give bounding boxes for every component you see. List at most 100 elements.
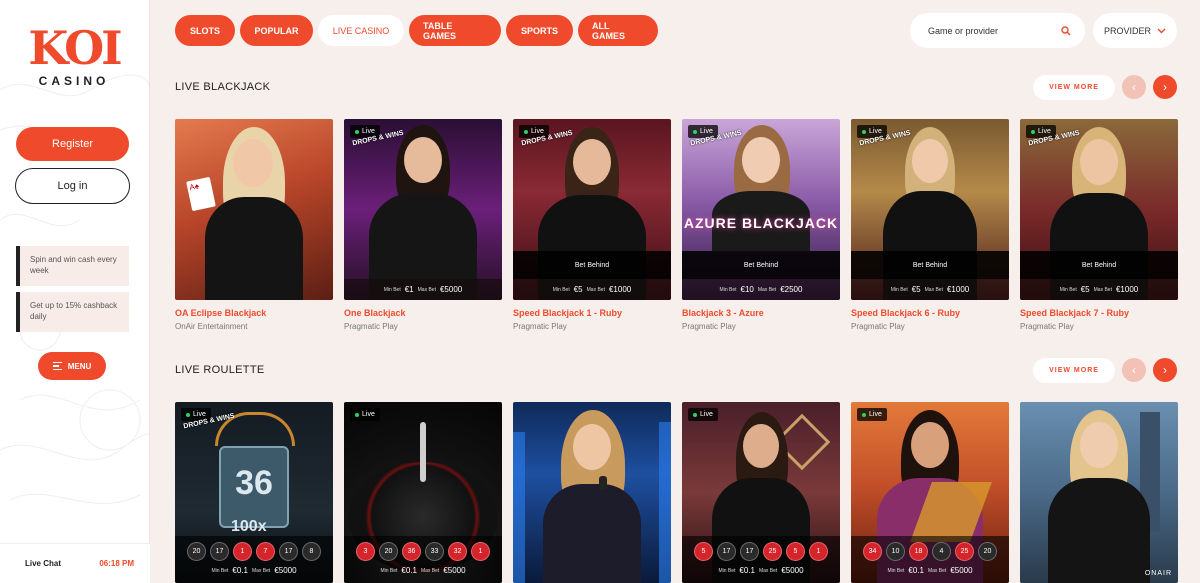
recent-numbers: 3 20 36 33 32 1 bbox=[344, 542, 502, 561]
bet-behind-bar[interactable]: Bet Behind bbox=[851, 251, 1009, 279]
recent-numbers: 20 17 1 7 17 8 bbox=[175, 542, 333, 561]
game-card[interactable]: Live DROPS & WINS Bet Behind Min Bet €5 M… bbox=[513, 119, 671, 331]
tab-all-games[interactable]: ALL GAMES bbox=[578, 15, 658, 46]
game-card[interactable]: Live 5 17 17 25 5 1 Min Bet €0.1 Max Bet €5000 bbox=[682, 402, 840, 583]
game-card[interactable]: Live DROPS & WINS Bet Behind Min Bet €5 M… bbox=[1020, 119, 1178, 331]
search-input[interactable]: Game or provider bbox=[910, 13, 1085, 48]
game-card[interactable]: AZURE BLACKJACK Live DROPS & WINS Bet Be… bbox=[682, 119, 840, 331]
game-thumbnail[interactable]: Live DROPS & WINS Bet Behind Min Bet €5 M… bbox=[513, 119, 671, 300]
game-title[interactable]: Blackjack 3 - Azure bbox=[682, 308, 840, 318]
game-title[interactable]: Speed Blackjack 1 - Ruby bbox=[513, 308, 671, 318]
login-button[interactable]: Log in bbox=[15, 168, 130, 204]
game-provider: Pragmatic Play bbox=[1020, 322, 1074, 331]
game-title[interactable]: Speed Blackjack 6 - Ruby bbox=[851, 308, 1009, 318]
game-provider: OnAir Entertainment bbox=[175, 322, 248, 331]
arrow-left-icon[interactable]: ‹ bbox=[1122, 75, 1146, 99]
roulette-result: 5 bbox=[694, 542, 713, 561]
live-badge: Live bbox=[688, 408, 718, 421]
game-card[interactable]: ONAIR bbox=[1020, 402, 1178, 583]
game-thumbnail[interactable]: Live 34 10 18 4 25 20 Min Bet €0.1 Max Bet €500… bbox=[851, 402, 1009, 583]
roulette-result: 3 bbox=[356, 542, 375, 561]
tab-slots[interactable]: SLOTS bbox=[175, 15, 235, 46]
bet-limits: Min Bet €0.1 Max Bet €5000 bbox=[211, 566, 297, 575]
promo-cashback[interactable]: Get up to 15% cashback daily bbox=[16, 292, 129, 332]
tab-table-games[interactable]: TABLE GAMES bbox=[409, 15, 501, 46]
roulette-result: 17 bbox=[717, 542, 736, 561]
game-thumbnail[interactable]: Live DROPS & WINS Bet Behind Min Bet €5 M… bbox=[851, 119, 1009, 300]
roulette-result: 8 bbox=[302, 542, 321, 561]
game-card[interactable]: Live DROPS & WINS Min Bet €1 Max Bet €5000… bbox=[344, 119, 502, 331]
roulette-result: 7 bbox=[256, 542, 275, 561]
promo-spin-cash[interactable]: Spin and win cash every week bbox=[16, 246, 129, 286]
game-thumbnail[interactable] bbox=[513, 402, 671, 583]
game-card[interactable]: Live 3 20 36 33 32 1 Min Bet €0.1 Max Bet €5000 bbox=[344, 402, 502, 583]
register-button[interactable]: Register bbox=[16, 127, 129, 161]
arrow-right-icon[interactable]: › bbox=[1153, 75, 1177, 99]
clock-time: 06:18 PM bbox=[99, 559, 134, 568]
tab-live-casino[interactable]: LIVE CASINO bbox=[318, 15, 404, 46]
roulette-result: 1 bbox=[809, 542, 828, 561]
tab-sports[interactable]: SPORTS bbox=[506, 15, 573, 46]
game-thumbnail[interactable]: Live DROPS & WINS Bet Behind Min Bet €5 M… bbox=[1020, 119, 1178, 300]
onair-logo: ONAIR bbox=[1144, 570, 1172, 577]
menu-label: MENU bbox=[67, 361, 92, 371]
card-ace: A♠ bbox=[186, 176, 216, 212]
bet-limits: Min Bet €5 Max Bet €1000 bbox=[513, 279, 671, 300]
roulette-result: 5 bbox=[786, 542, 805, 561]
bet-behind-bar[interactable]: Bet Behind bbox=[513, 251, 671, 279]
game-provider: Pragmatic Play bbox=[851, 322, 905, 331]
provider-dropdown[interactable]: PROVIDER bbox=[1093, 13, 1177, 48]
game-title[interactable]: One Blackjack bbox=[344, 308, 502, 318]
section-title-roulette: LIVE ROULETTE bbox=[175, 364, 265, 376]
live-chat-bar[interactable]: Live Chat 06:18 PM bbox=[0, 543, 150, 583]
arrow-right-icon[interactable]: › bbox=[1153, 358, 1177, 382]
bet-limits: Min Bet €0.1 Max Bet €5000 bbox=[887, 566, 973, 575]
microphone-icon bbox=[599, 476, 607, 490]
game-card[interactable]: Live DROPS & WINS Bet Behind Min Bet €5 M… bbox=[851, 119, 1009, 331]
game-provider: Pragmatic Play bbox=[344, 322, 398, 331]
roulette-result: 1 bbox=[471, 542, 490, 561]
logo-subtitle: CASINO bbox=[38, 74, 110, 88]
game-thumbnail[interactable]: Live 5 17 17 25 5 1 Min Bet €0.1 Max Bet €5000 bbox=[682, 402, 840, 583]
wheel-spindle bbox=[420, 422, 426, 482]
game-thumbnail[interactable]: 36 100x Live DROPS & WINS 20 17 1 7 17 8 Min … bbox=[175, 402, 333, 583]
multiplier-text: 100x bbox=[231, 518, 267, 535]
game-thumbnail[interactable]: AZURE BLACKJACK Live DROPS & WINS Bet Be… bbox=[682, 119, 840, 300]
bet-limits: Min Bet €5 Max Bet €1000 bbox=[851, 279, 1009, 300]
view-more-blackjack[interactable]: VIEW MORE bbox=[1033, 75, 1115, 100]
bet-limits: Min Bet €0.1 Max Bet €5000 bbox=[718, 566, 804, 575]
game-thumbnail[interactable]: Live 3 20 36 33 32 1 Min Bet €0.1 Max Bet €5000 bbox=[344, 402, 502, 583]
roulette-result: 32 bbox=[448, 542, 467, 561]
roulette-result: 25 bbox=[955, 542, 974, 561]
bet-limits: Min Bet €0.1 Max Bet €5000 bbox=[380, 566, 466, 575]
game-provider: Pragmatic Play bbox=[513, 322, 567, 331]
game-provider: Pragmatic Play bbox=[682, 322, 736, 331]
game-title[interactable]: OA Eclipse Blackjack bbox=[175, 308, 333, 318]
game-title[interactable]: Speed Blackjack 7 - Ruby bbox=[1020, 308, 1178, 318]
game-thumbnail[interactable]: A♠ bbox=[175, 119, 333, 300]
game-thumbnail[interactable]: ONAIR bbox=[1020, 402, 1178, 583]
game-card[interactable] bbox=[513, 402, 671, 583]
game-card[interactable]: Live 34 10 18 4 25 20 Min Bet €0.1 Max Bet €500… bbox=[851, 402, 1009, 583]
search-icon[interactable] bbox=[1061, 25, 1071, 36]
tab-popular[interactable]: POPULAR bbox=[240, 15, 313, 46]
hamburger-icon bbox=[52, 360, 62, 373]
arrow-left-icon[interactable]: ‹ bbox=[1122, 358, 1146, 382]
live-chat-label: Live Chat bbox=[25, 559, 62, 568]
bet-behind-bar[interactable]: Bet Behind bbox=[682, 251, 840, 279]
roulette-result: 17 bbox=[740, 542, 759, 561]
view-more-roulette[interactable]: VIEW MORE bbox=[1033, 358, 1115, 383]
roulette-result: 34 bbox=[863, 542, 882, 561]
roulette-result: 1 bbox=[233, 542, 252, 561]
koi-casino-logo[interactable]: KOI CASINO bbox=[28, 24, 122, 88]
game-card[interactable]: A♠ OA Eclipse Blackjack OnAir Entertainm… bbox=[175, 119, 333, 331]
bet-limits: Min Bet €10 Max Bet €2500 bbox=[682, 279, 840, 300]
provider-label: PROVIDER bbox=[1103, 25, 1151, 36]
game-thumbnail[interactable]: Live DROPS & WINS Min Bet €1 Max Bet €5000 bbox=[344, 119, 502, 300]
menu-button[interactable]: MENU bbox=[38, 352, 106, 380]
chevron-down-icon bbox=[1157, 26, 1166, 36]
roulette-result: 4 bbox=[932, 542, 951, 561]
bet-behind-bar[interactable]: Bet Behind bbox=[1020, 251, 1178, 279]
search-placeholder: Game or provider bbox=[928, 25, 999, 36]
game-card[interactable]: 36 100x Live DROPS & WINS 20 17 1 7 17 8 Min … bbox=[175, 402, 333, 583]
